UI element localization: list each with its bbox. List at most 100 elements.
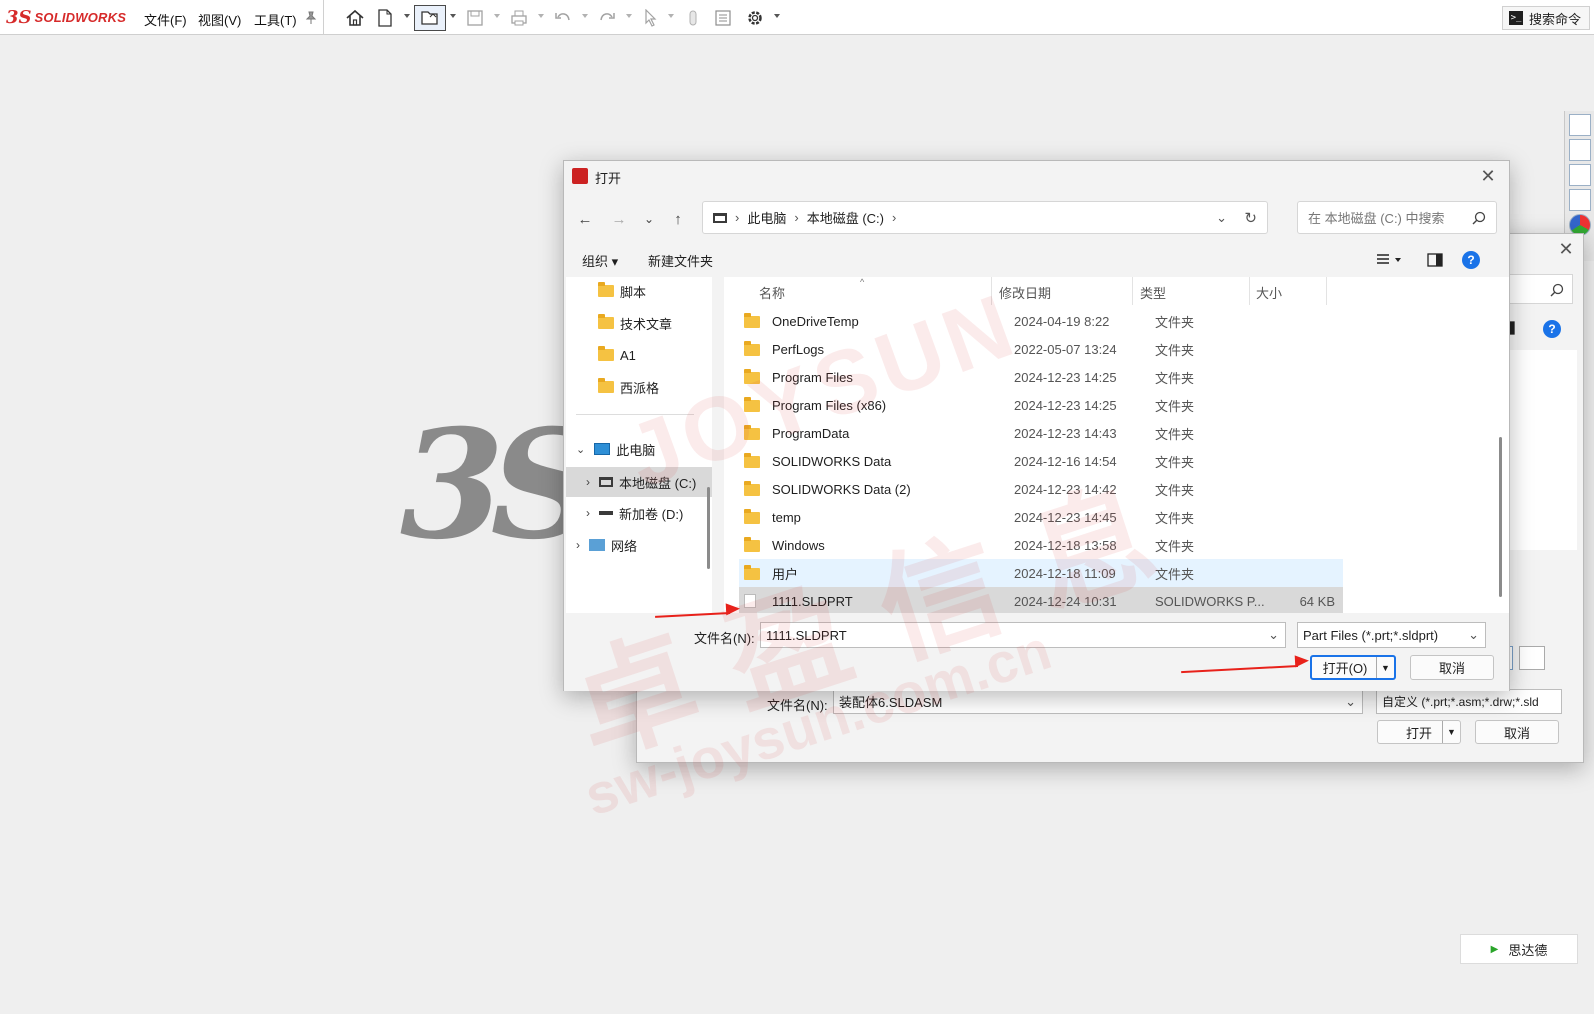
refresh-icon[interactable]: ↻	[1244, 209, 1257, 227]
file-explorer-icon[interactable]	[1569, 164, 1591, 186]
preview-pane-icon[interactable]	[1427, 253, 1443, 270]
options-dropdown-icon[interactable]	[774, 14, 780, 18]
home-icon[interactable]	[344, 7, 366, 29]
file-type-chevron-icon[interactable]: ⌄	[1468, 627, 1479, 643]
back-filename-chevron-icon[interactable]: ⌄	[1345, 694, 1356, 710]
folder-icon	[744, 313, 760, 328]
print-icon[interactable]	[508, 7, 530, 29]
organize-menu[interactable]: 组织 ▾	[582, 251, 618, 270]
select-dropdown-icon[interactable]	[668, 14, 674, 18]
file-row[interactable]: 1111.SLDPRT 2024-12-24 10:31 SOLIDWORKS P.…	[739, 587, 1343, 615]
filename-history-chevron-icon[interactable]: ⌄	[1268, 627, 1279, 643]
nav-network[interactable]: › 网络	[566, 531, 712, 559]
file-type: 文件夹	[1155, 314, 1195, 330]
column-header-type[interactable]: 类型	[1133, 277, 1249, 307]
file-properties-icon[interactable]	[712, 7, 734, 29]
nav-scrollbar[interactable]	[707, 487, 710, 569]
nav-quick-xipaige[interactable]: 西派格	[566, 373, 712, 401]
dialog-close-icon[interactable]: ✕	[1477, 165, 1499, 187]
print-dropdown-icon[interactable]	[538, 14, 544, 18]
back-arrow-icon[interactable]: ←	[574, 208, 596, 230]
column-header-date[interactable]: 修改日期	[992, 277, 1132, 307]
nav-quick-a1[interactable]: A1	[566, 341, 712, 369]
help-icon[interactable]: ?	[1462, 251, 1480, 269]
file-name: 用户	[772, 566, 799, 582]
open-dropdown-icon[interactable]	[450, 14, 456, 18]
open-button[interactable]: 打开(O) ▼	[1310, 655, 1396, 680]
breadcrumb-separator: ›	[794, 210, 799, 225]
new-dropdown-icon[interactable]	[404, 14, 410, 18]
back-dialog-close-icon[interactable]: ✕	[1555, 238, 1577, 260]
nav-drive-d[interactable]: › 新加卷 (D:)	[566, 499, 712, 527]
nav-drive-c[interactable]: › 本地磁盘 (C:)	[566, 467, 712, 497]
breadcrumb-this-pc[interactable]: 此电脑	[747, 208, 786, 227]
expand-chevron-icon[interactable]: ›	[586, 475, 590, 489]
undo-dropdown-icon[interactable]	[582, 14, 588, 18]
undo-icon[interactable]	[552, 7, 574, 29]
save-icon[interactable]	[464, 7, 486, 29]
file-row[interactable]: SOLIDWORKS Data 2024-12-16 14:54 文件夹	[739, 447, 1343, 475]
redo-icon[interactable]	[596, 7, 618, 29]
new-document-icon[interactable]	[374, 7, 396, 29]
up-arrow-icon[interactable]: ↑	[667, 208, 689, 230]
search-commands-box[interactable]: >_ 搜索命令	[1502, 6, 1590, 30]
expand-chevron-icon[interactable]: ›	[586, 506, 590, 520]
pin-icon[interactable]	[300, 7, 322, 29]
nav-quick-articles[interactable]: 技术文章	[566, 309, 712, 337]
view-palette-icon[interactable]	[1569, 189, 1591, 211]
menu-file[interactable]: 文件(F)	[144, 10, 187, 29]
design-library-icon[interactable]	[1569, 139, 1591, 161]
file-row[interactable]: OneDriveTemp 2024-04-19 8:22 文件夹	[739, 307, 1343, 335]
address-history-chevron-icon[interactable]: ⌄	[1216, 210, 1227, 226]
column-header-size[interactable]: 大小	[1250, 277, 1326, 307]
view-list-icon[interactable]	[1376, 253, 1402, 270]
file-row[interactable]: Program Files 2024-12-23 14:25 文件夹	[739, 363, 1343, 391]
open-document-icon[interactable]	[414, 5, 446, 31]
file-row[interactable]: ProgramData 2024-12-23 14:43 文件夹	[739, 419, 1343, 447]
back-cancel-button[interactable]: 取消	[1475, 720, 1559, 744]
select-pointer-icon[interactable]	[640, 7, 662, 29]
file-row[interactable]: Program Files (x86) 2024-12-23 14:25 文件夹	[739, 391, 1343, 419]
recent-locations-chevron-icon[interactable]: ⌄	[638, 208, 660, 230]
back-references-icon[interactable]	[1519, 646, 1545, 670]
forward-arrow-icon[interactable]: →	[608, 208, 630, 230]
back-filename-input[interactable]: 装配体6.SLDASM ⌄	[833, 689, 1363, 714]
file-date: 2024-12-23 14:45	[1014, 509, 1117, 525]
file-row[interactable]: PerfLogs 2022-05-07 13:24 文件夹	[739, 335, 1343, 363]
back-help-icon[interactable]: ?	[1543, 320, 1561, 338]
back-open-dropdown-icon[interactable]: ▼	[1442, 721, 1460, 743]
back-filter-select[interactable]: 自定义 (*.prt;*.asm;*.drw;*.sld	[1376, 689, 1562, 714]
column-divider[interactable]	[1326, 277, 1327, 305]
filename-input[interactable]: 1111.SLDPRT ⌄	[760, 622, 1286, 648]
nav-quick-script[interactable]: 脚本	[566, 277, 712, 305]
folder-icon	[744, 509, 760, 524]
expand-chevron-icon[interactable]: ›	[576, 538, 580, 552]
file-row[interactable]: 用户 2024-12-18 11:09 文件夹	[739, 559, 1343, 587]
menu-tools[interactable]: 工具(T)	[254, 10, 297, 29]
file-row[interactable]: temp 2024-12-23 14:45 文件夹	[739, 503, 1343, 531]
back-open-button[interactable]: 打开 ▼	[1377, 720, 1461, 744]
sde-button[interactable]: ▶ 思达德	[1460, 934, 1578, 964]
open-options-dropdown-icon[interactable]: ▼	[1376, 657, 1394, 678]
redo-dropdown-icon[interactable]	[626, 14, 632, 18]
drive-icon	[713, 212, 727, 223]
column-header-name[interactable]: 名称	[741, 277, 991, 307]
expand-chevron-icon[interactable]: ⌄	[576, 443, 585, 456]
nav-this-pc[interactable]: ⌄ 此电脑	[566, 435, 712, 463]
options-gear-icon[interactable]	[744, 7, 766, 29]
new-folder-button[interactable]: 新建文件夹	[648, 251, 713, 270]
cancel-button[interactable]: 取消	[1410, 655, 1494, 680]
folder-icon	[744, 453, 760, 468]
file-type-filter[interactable]: Part Files (*.prt;*.sldprt) ⌄	[1297, 622, 1486, 648]
menu-view[interactable]: 视图(V)	[198, 10, 241, 29]
rebuild-icon[interactable]	[682, 7, 704, 29]
search-input[interactable]: 在 本地磁盘 (C:) 中搜索	[1297, 201, 1497, 234]
file-row[interactable]: SOLIDWORKS Data (2) 2024-12-23 14:42 文件夹	[739, 475, 1343, 503]
address-bar[interactable]: › 此电脑 › 本地磁盘 (C:) › ⌄ ↻	[702, 201, 1268, 234]
file-name: temp	[772, 509, 801, 525]
file-list-scrollbar[interactable]	[1499, 437, 1502, 597]
sw-resources-home-icon[interactable]	[1569, 114, 1591, 136]
save-dropdown-icon[interactable]	[494, 14, 500, 18]
breadcrumb-local-disk[interactable]: 本地磁盘 (C:)	[807, 208, 884, 227]
file-row[interactable]: Windows 2024-12-18 13:58 文件夹	[739, 531, 1343, 559]
